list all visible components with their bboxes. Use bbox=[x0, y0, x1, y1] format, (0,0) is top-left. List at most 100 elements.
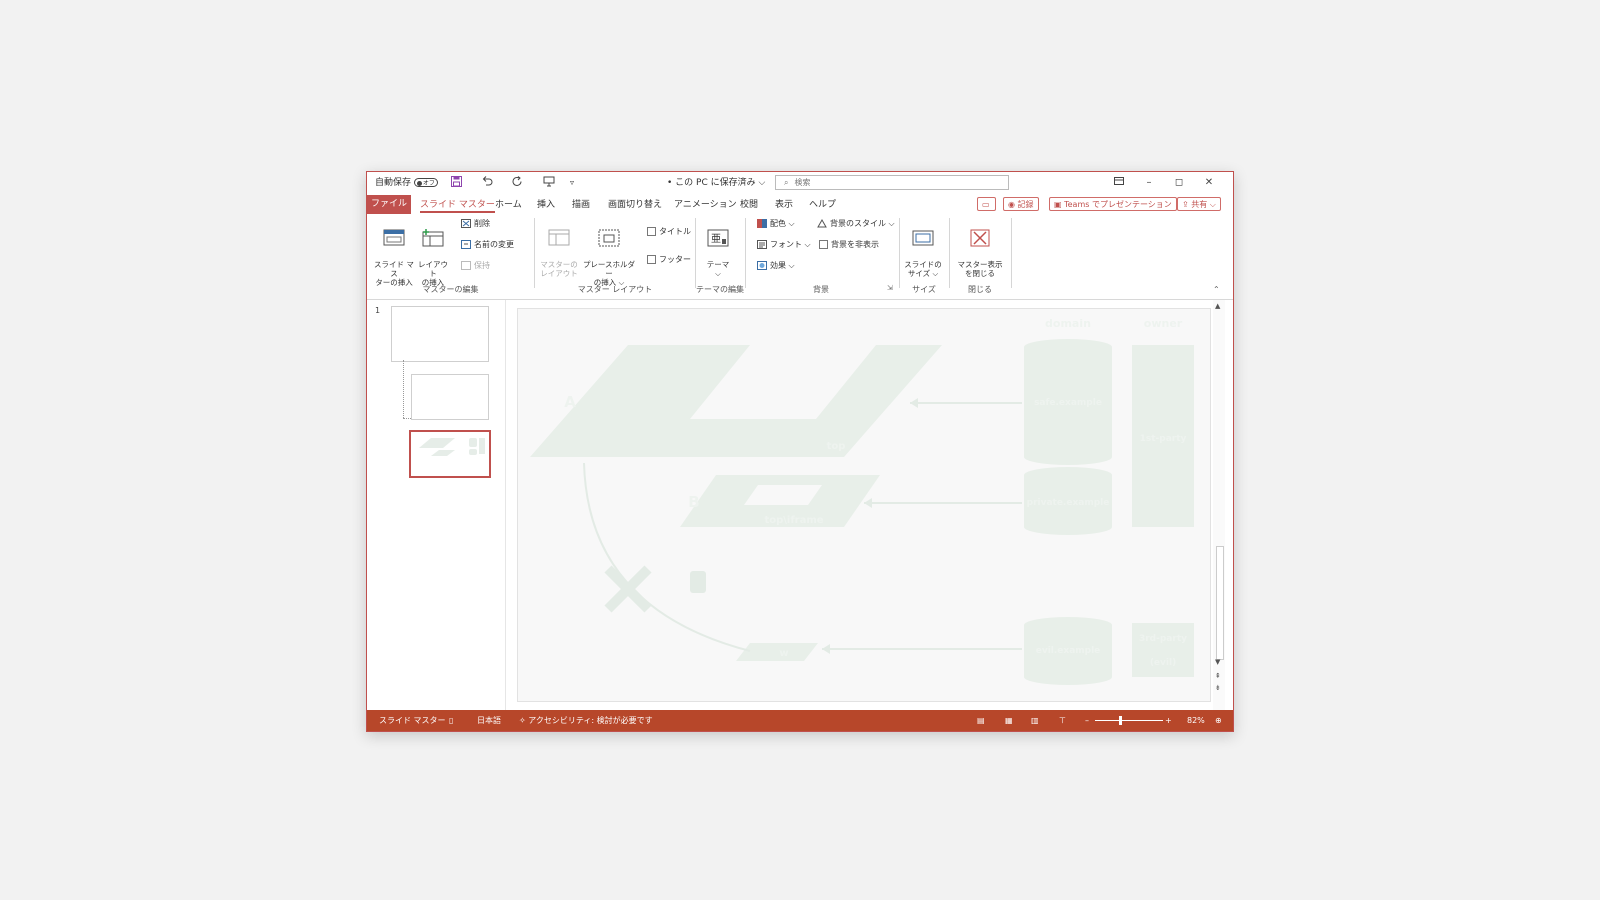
record-icon: ◉ bbox=[1008, 200, 1015, 209]
rename-button[interactable]: 名前の変更 bbox=[461, 239, 514, 251]
checkbox-box[interactable] bbox=[647, 227, 656, 236]
autosave-switch[interactable]: オフ bbox=[413, 178, 438, 187]
autosave-toggle[interactable]: 自動保存 オフ bbox=[375, 176, 438, 190]
next-slide-icon[interactable]: ⇟ bbox=[1215, 684, 1221, 692]
share-button[interactable]: ⇪ 共有 ⌵ bbox=[1177, 197, 1221, 211]
effects-button[interactable]: 効果 ⌵ bbox=[757, 260, 795, 272]
ribbon: スライド マス ターの挿入 レイアウト の挿入 削除 名前の変更 保持 マスター… bbox=[367, 214, 1233, 300]
title-checkbox[interactable]: タイトル bbox=[647, 226, 691, 238]
group-label-background: 背景 bbox=[813, 285, 829, 294]
view-mode-label: スライド マスター bbox=[379, 716, 446, 725]
dialog-launcher-icon[interactable]: ⇲ bbox=[887, 282, 893, 294]
theme-icon: 亜 bbox=[707, 229, 729, 247]
slideshow-icon[interactable]: ⊤ bbox=[1059, 710, 1066, 731]
ribbon-display-icon[interactable] bbox=[1110, 174, 1128, 192]
status-bar: スライド マスター ▯ 日本語 ✧ アクセシビリティ: 検討が必要です ▤ ▦ … bbox=[367, 710, 1233, 731]
footer-checkbox[interactable]: フッター bbox=[647, 254, 691, 266]
background-styles-label: 背景のスタイル ⌵ bbox=[830, 219, 895, 228]
background-styles-icon bbox=[817, 218, 827, 228]
background-styles-button[interactable]: 背景のスタイル ⌵ bbox=[817, 218, 895, 230]
colors-button[interactable]: 配色 ⌵ bbox=[757, 218, 795, 230]
record-button[interactable]: ◉ 記録 bbox=[1003, 197, 1039, 211]
teams-present-button[interactable]: ▣ Teams でプレゼンテーション bbox=[1049, 197, 1177, 211]
document-status[interactable]: • この PC に保存済み ⌵ bbox=[667, 176, 765, 190]
insert-slide-master-button[interactable]: スライド マス ターの挿入 bbox=[373, 220, 415, 287]
scroll-down-icon[interactable]: ▼ bbox=[1215, 658, 1220, 666]
autosave-label: 自動保存 bbox=[375, 178, 412, 188]
tab-insert[interactable]: 挿入 bbox=[537, 197, 555, 213]
customize-qat-icon[interactable]: ▿ bbox=[570, 176, 574, 190]
teams-icon: ▣ bbox=[1054, 200, 1062, 209]
zoom-out-icon[interactable]: – bbox=[1085, 710, 1089, 731]
master-layout-button[interactable]: マスターの レイアウト bbox=[538, 220, 580, 278]
insert-layout-label: レイアウト の挿入 bbox=[418, 260, 448, 287]
redo-icon[interactable] bbox=[512, 176, 524, 190]
accessibility-status[interactable]: ✧ アクセシビリティ: 検討が必要です bbox=[519, 710, 653, 731]
tab-home[interactable]: ホーム bbox=[495, 197, 522, 213]
tab-file[interactable]: ファイル bbox=[367, 195, 411, 214]
owner-top-label: 1st-party bbox=[1140, 434, 1187, 444]
fonts-icon bbox=[757, 240, 767, 249]
ribbon-tabs: ファイル スライド マスター ホーム 挿入 描画 画面切り替え アニメーション … bbox=[367, 194, 1233, 214]
layout-thumbnail[interactable] bbox=[411, 374, 489, 420]
master-thumbnail[interactable] bbox=[391, 306, 489, 362]
save-icon[interactable] bbox=[451, 176, 462, 190]
checkbox-box[interactable] bbox=[647, 255, 656, 264]
zoom-level[interactable]: 82% bbox=[1187, 710, 1205, 731]
label-b: B bbox=[688, 493, 699, 511]
tab-help[interactable]: ヘルプ bbox=[809, 197, 836, 213]
close-master-view-button[interactable]: マスター表示 を閉じる bbox=[953, 220, 1007, 278]
header-owner: owner bbox=[1144, 317, 1183, 330]
tab-review[interactable]: 校閲 bbox=[740, 197, 758, 213]
language-label[interactable]: 日本語 bbox=[477, 710, 501, 731]
zoom-slider-thumb[interactable] bbox=[1119, 716, 1122, 725]
header-domain: domain bbox=[1045, 317, 1091, 330]
slide-canvas[interactable]: domain owner A B top top\iframe w safe.e… bbox=[517, 308, 1211, 702]
effects-label: 効果 ⌵ bbox=[770, 261, 795, 270]
theme-button[interactable]: 亜 テーマ ⌵ bbox=[701, 220, 735, 278]
insert-placeholder-button[interactable]: プレースホルダー の挿入 ⌵ bbox=[581, 220, 637, 287]
slide-size-button[interactable]: スライドの サイズ ⌵ bbox=[903, 220, 943, 278]
normal-view-icon[interactable]: ▤ bbox=[977, 710, 985, 731]
group-label-master-edit: マスターの編集 bbox=[422, 285, 479, 294]
scroll-up-icon[interactable]: ▲ bbox=[1215, 302, 1220, 310]
insert-layout-button[interactable]: レイアウト の挿入 bbox=[415, 220, 451, 287]
insert-placeholder-label: プレースホルダー の挿入 ⌵ bbox=[582, 260, 636, 287]
maximize-button[interactable]: ◻ bbox=[1170, 174, 1188, 192]
collapse-ribbon-icon[interactable]: ⌃ bbox=[1213, 284, 1220, 296]
tab-view[interactable]: 表示 bbox=[775, 197, 793, 213]
tab-slide-master[interactable]: スライド マスター bbox=[420, 197, 495, 213]
present-icon[interactable] bbox=[543, 176, 555, 190]
spelling-icon[interactable]: ▯ bbox=[449, 710, 453, 731]
delete-label: 削除 bbox=[474, 219, 490, 228]
title-checkbox-label: タイトル bbox=[659, 227, 691, 236]
fit-to-window-icon[interactable]: ⊕ bbox=[1215, 710, 1222, 731]
reading-view-icon[interactable]: ▥ bbox=[1031, 710, 1039, 731]
pin-icon bbox=[461, 261, 471, 270]
delete-button[interactable]: 削除 bbox=[461, 218, 490, 230]
previous-slide-icon[interactable]: ⇞ bbox=[1215, 672, 1221, 680]
group-divider bbox=[949, 218, 950, 288]
zoom-slider[interactable] bbox=[1095, 720, 1163, 721]
tab-draw[interactable]: 描画 bbox=[572, 197, 590, 213]
zoom-in-icon[interactable]: + bbox=[1165, 710, 1172, 731]
minimize-button[interactable]: – bbox=[1140, 174, 1158, 192]
tab-transitions[interactable]: 画面切り替え bbox=[608, 197, 662, 213]
close-button[interactable]: ✕ bbox=[1200, 174, 1218, 192]
search-input[interactable]: ⌕ 検索 bbox=[775, 175, 1009, 190]
scroll-thumb[interactable] bbox=[1216, 546, 1224, 660]
checkbox-box[interactable] bbox=[819, 240, 828, 249]
fonts-button[interactable]: フォント ⌵ bbox=[757, 239, 811, 251]
undo-icon[interactable] bbox=[481, 176, 493, 190]
chevron-down-icon: ⌵ bbox=[1209, 200, 1216, 209]
vertical-scrollbar[interactable]: ▲ ▼ ⇞ ⇟ bbox=[1213, 300, 1225, 710]
slide-sorter-icon[interactable]: ▦ bbox=[1005, 710, 1013, 731]
tab-animations[interactable]: アニメーション bbox=[674, 197, 737, 213]
preserve-button[interactable]: 保持 bbox=[461, 260, 490, 272]
layout-thumbnail-selected[interactable] bbox=[409, 430, 491, 478]
slide-master-icon bbox=[383, 229, 405, 247]
hide-background-checkbox[interactable]: 背景を非表示 bbox=[819, 239, 879, 251]
db-top-label: safe.example bbox=[1034, 398, 1102, 408]
comments-button[interactable]: ▭ bbox=[977, 197, 996, 211]
layout-icon bbox=[422, 229, 444, 247]
